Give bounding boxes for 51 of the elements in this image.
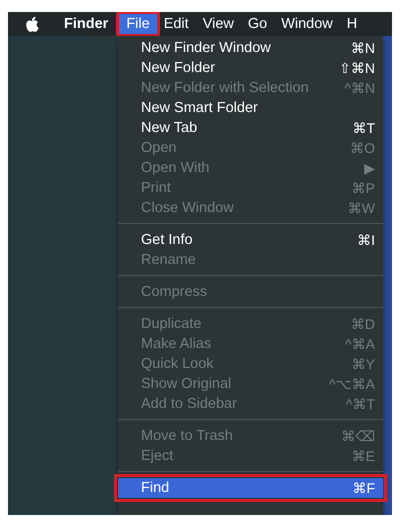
- menu-bar-item[interactable]: Go: [240, 14, 274, 34]
- menu-bar-item[interactable]: Window: [274, 14, 340, 34]
- apple-logo-icon[interactable]: [26, 16, 40, 32]
- shortcut-label: ⌘O: [350, 140, 375, 156]
- shortcut-label: ⌘Y: [352, 356, 375, 372]
- menu-bar-item[interactable]: H: [340, 14, 364, 34]
- menu-item-label: Quick Look: [141, 356, 214, 372]
- menu-item[interactable]: New Finder Window ⌘N: [118, 38, 383, 58]
- menu-item[interactable]: New Folder ⇧⌘N: [118, 58, 383, 78]
- shortcut-label: ▶: [364, 160, 375, 176]
- menu-item[interactable]: Find ⌘F: [118, 478, 383, 498]
- menu-item-label: Open With: [141, 160, 210, 176]
- menu-item-label: Move to Trash: [141, 428, 233, 444]
- shortcut-label: ^⌘A: [345, 336, 375, 352]
- shortcut-label: ^⌥⌘A: [328, 376, 375, 392]
- shortcut-label: ^⌘N: [344, 80, 375, 96]
- shortcut-label: ⌘I: [357, 232, 375, 248]
- app-menu[interactable]: Finder: [59, 16, 114, 32]
- menu-item-label: New Tab: [141, 120, 198, 136]
- shortcut-label: ⇧⌘N: [339, 60, 375, 76]
- menu-item-label: Show Original: [141, 376, 232, 392]
- shortcut-label: ⌘⌫: [341, 428, 375, 444]
- menu-item-label: Duplicate: [141, 316, 202, 332]
- menu-bar-item[interactable]: File: [119, 14, 157, 34]
- menu-item-label: Get Info: [141, 232, 193, 248]
- menu-item-label: New Folder: [141, 60, 216, 76]
- shortcut-label: ⌘P: [352, 180, 375, 196]
- menu-item[interactable]: New Tab ⌘T: [118, 118, 383, 138]
- menu-item[interactable]: Get Info ⌘I: [118, 230, 383, 250]
- menu-bar-item[interactable]: View: [196, 14, 241, 34]
- shortcut-label: ⌘W: [348, 200, 375, 216]
- menu-item-label: Add to Sidebar: [141, 396, 237, 412]
- menu-item-label: Make Alias: [141, 336, 212, 352]
- menu-item-label: New Finder Window: [141, 40, 271, 56]
- menu-item-label: Compress: [141, 284, 208, 300]
- shortcut-label: ⌘D: [350, 316, 375, 332]
- shortcut-label: ⌘N: [350, 40, 375, 56]
- shortcut-label: ⌘T: [352, 120, 375, 136]
- menu-item-label: Print: [141, 180, 171, 196]
- menu-item-label: New Folder with Selection: [141, 80, 309, 96]
- menu-item-label: Open: [141, 140, 176, 156]
- menu-item-label: Eject: [141, 448, 174, 464]
- menu-item-label: Find: [141, 480, 170, 496]
- menu-item[interactable]: New Smart Folder: [118, 98, 383, 118]
- menu-bar-item[interactable]: Edit: [156, 14, 196, 34]
- menu-item-label: New Smart Folder: [141, 100, 258, 116]
- shortcut-label: ^⌘T: [346, 396, 375, 412]
- shortcut-label: ⌘F: [352, 480, 375, 496]
- shortcut-label: ⌘E: [352, 448, 375, 464]
- menu-item-label: Close Window: [141, 200, 234, 216]
- menu-item-label: Rename: [141, 252, 196, 268]
